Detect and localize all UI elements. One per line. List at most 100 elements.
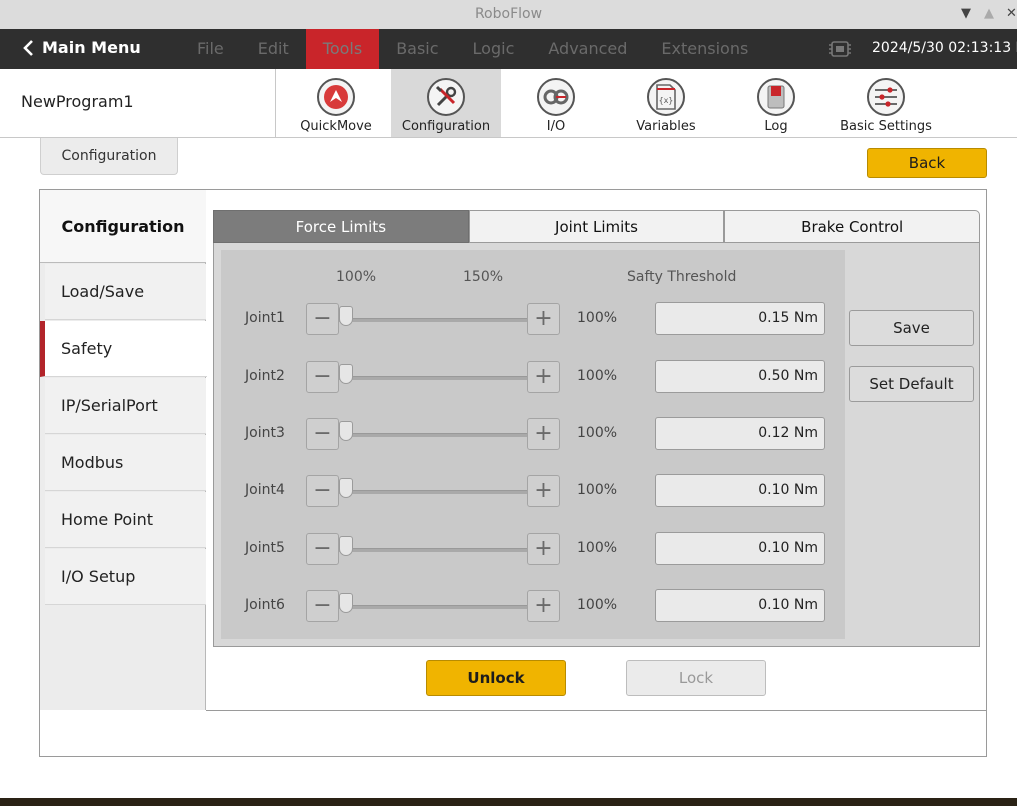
set-default-button[interactable]: Set Default: [849, 366, 974, 402]
tool-quickmove[interactable]: QuickMove: [281, 69, 391, 137]
main-menu-button[interactable]: Main Menu: [22, 38, 141, 57]
menu-item-extensions[interactable]: Extensions: [644, 29, 765, 69]
joint-force-percent: 100%: [577, 368, 618, 384]
window-titlebar: RoboFlow ▼ ▲ ✕: [0, 0, 1017, 29]
joint-label: Joint3: [245, 425, 285, 441]
sidebar-item-load-save[interactable]: Load/Save: [45, 264, 206, 320]
safety-threshold-field[interactable]: 0.15 Nm: [655, 302, 825, 335]
menu-item-tools[interactable]: Tools: [305, 29, 380, 69]
force-slider-track[interactable]: [339, 433, 527, 437]
main-menu-label: Main Menu: [42, 38, 141, 57]
tool-i-o[interactable]: I/O: [501, 69, 611, 137]
log-icon: [757, 78, 795, 116]
breadcrumb[interactable]: Configuration: [40, 138, 178, 175]
joint-row: Joint5 − +100% 0.10 Nm: [221, 531, 845, 567]
menu-item-file[interactable]: File: [180, 29, 241, 69]
tool-configuration[interactable]: Configuration: [391, 69, 501, 137]
safety-threshold-field[interactable]: 0.10 Nm: [655, 532, 825, 565]
svg-text:{x}: {x}: [659, 96, 673, 105]
sidebar-item-modbus[interactable]: Modbus: [45, 435, 206, 491]
force-slider-handle[interactable]: [339, 536, 353, 556]
increase-button[interactable]: +: [527, 475, 560, 507]
decrease-button[interactable]: −: [306, 418, 339, 450]
tool-label: I/O: [546, 119, 566, 134]
joint-force-percent: 100%: [577, 425, 618, 441]
sidebar-item-ip-serialport[interactable]: IP/SerialPort: [45, 378, 206, 434]
tool-log[interactable]: Log: [721, 69, 831, 137]
decrease-button[interactable]: −: [306, 303, 339, 335]
increase-button[interactable]: +: [527, 590, 560, 622]
window-title: RoboFlow: [474, 6, 543, 22]
program-toolbar: NewProgram1 QuickMove Configuration I/O {x}…: [0, 69, 1017, 138]
force-slider-handle[interactable]: [339, 364, 353, 384]
slider-min-label: 100%: [336, 269, 377, 285]
tool-variables[interactable]: {x} Variables: [611, 69, 721, 137]
safety-threshold-field[interactable]: 0.10 Nm: [655, 589, 825, 622]
force-slider-track[interactable]: [339, 490, 527, 494]
content-area: Configuration Back Configuration Load/Sa…: [0, 138, 1017, 798]
tool-basic-settings[interactable]: Basic Settings: [831, 69, 941, 137]
safety-threshold-field[interactable]: 0.10 Nm: [655, 474, 825, 507]
tab-brake-control[interactable]: Brake Control: [724, 210, 981, 243]
increase-button[interactable]: +: [527, 361, 560, 393]
menu-item-edit[interactable]: Edit: [241, 29, 306, 69]
menu-bar: Main Menu File Edit Tools Basic Logic Advance…: [0, 29, 1017, 69]
sidebar-item-i-o-setup[interactable]: I/O Setup: [45, 549, 206, 605]
force-slider-track[interactable]: [339, 548, 527, 552]
joint-row: Joint1 − +100% 0.15 Nm: [221, 301, 845, 337]
program-name: NewProgram1: [21, 92, 134, 111]
force-slider-track[interactable]: [339, 376, 527, 380]
config-sidebar: Configuration Load/Save Safety IP/SerialPo…: [40, 190, 207, 710]
force-slider-handle[interactable]: [339, 478, 353, 498]
decrease-button[interactable]: −: [306, 533, 339, 565]
joint-row: Joint6 − +100% 0.10 Nm: [221, 588, 845, 624]
force-slider-handle[interactable]: [339, 593, 353, 613]
io-icon: [537, 78, 575, 116]
lock-button[interactable]: Lock: [626, 660, 766, 696]
save-button[interactable]: Save: [849, 310, 974, 346]
joint-label: Joint2: [245, 368, 285, 384]
tab-force-limits[interactable]: Force Limits: [213, 210, 469, 243]
menu-item-advanced[interactable]: Advanced: [531, 29, 644, 69]
joint-force-percent: 100%: [577, 540, 618, 556]
tab-joint-limits[interactable]: Joint Limits: [468, 210, 725, 243]
joint-row: Joint4 − +100% 0.10 Nm: [221, 473, 845, 509]
sidebar-heading: Configuration: [40, 190, 206, 263]
decrease-button[interactable]: −: [306, 590, 339, 622]
safety-threshold-field[interactable]: 0.12 Nm: [655, 417, 825, 450]
slider-max-label: 150%: [463, 269, 504, 285]
sidebar-item-home-point[interactable]: Home Point: [45, 492, 206, 548]
desktop-wallpaper: [0, 798, 1017, 806]
unlock-button[interactable]: Unlock: [426, 660, 566, 696]
force-limits-panel: 100% 150% Safty Threshold Joint1 − +100% 0.…: [213, 243, 980, 647]
increase-button[interactable]: +: [527, 418, 560, 450]
menu-item-basic[interactable]: Basic: [379, 29, 455, 69]
tool-label: Configuration: [401, 119, 491, 134]
increase-button[interactable]: +: [527, 533, 560, 565]
force-slider-handle[interactable]: [339, 421, 353, 441]
sidebar-item-safety[interactable]: Safety: [40, 321, 207, 377]
datetime-display: 2024/5/30 02:13:13 PM: [872, 40, 1017, 56]
back-button[interactable]: Back: [867, 148, 987, 178]
decrease-button[interactable]: −: [306, 361, 339, 393]
increase-button[interactable]: +: [527, 303, 560, 335]
controller-chip-icon: [829, 41, 851, 57]
toolbar-divider: [275, 69, 276, 138]
joint-label: Joint5: [245, 540, 285, 556]
menu-item-logic[interactable]: Logic: [456, 29, 532, 69]
decrease-button[interactable]: −: [306, 475, 339, 507]
force-slider-track[interactable]: [339, 605, 527, 609]
variables-icon: {x}: [647, 78, 685, 116]
maximize-icon[interactable]: ▲: [984, 6, 994, 21]
joint-force-percent: 100%: [577, 310, 618, 326]
force-slider-track[interactable]: [339, 318, 527, 322]
joint-force-percent: 100%: [577, 597, 618, 613]
menu-items: File Edit Tools Basic Logic Advanced Extension…: [180, 29, 765, 69]
minimize-icon[interactable]: ▼: [961, 6, 971, 21]
force-slider-handle[interactable]: [339, 306, 353, 326]
chevron-left-icon: [23, 39, 33, 56]
close-icon[interactable]: ✕: [1006, 6, 1017, 21]
joint-row: Joint2 − +100% 0.50 Nm: [221, 359, 845, 395]
safety-threshold-field[interactable]: 0.50 Nm: [655, 360, 825, 393]
tool-label: Basic Settings: [840, 119, 932, 134]
